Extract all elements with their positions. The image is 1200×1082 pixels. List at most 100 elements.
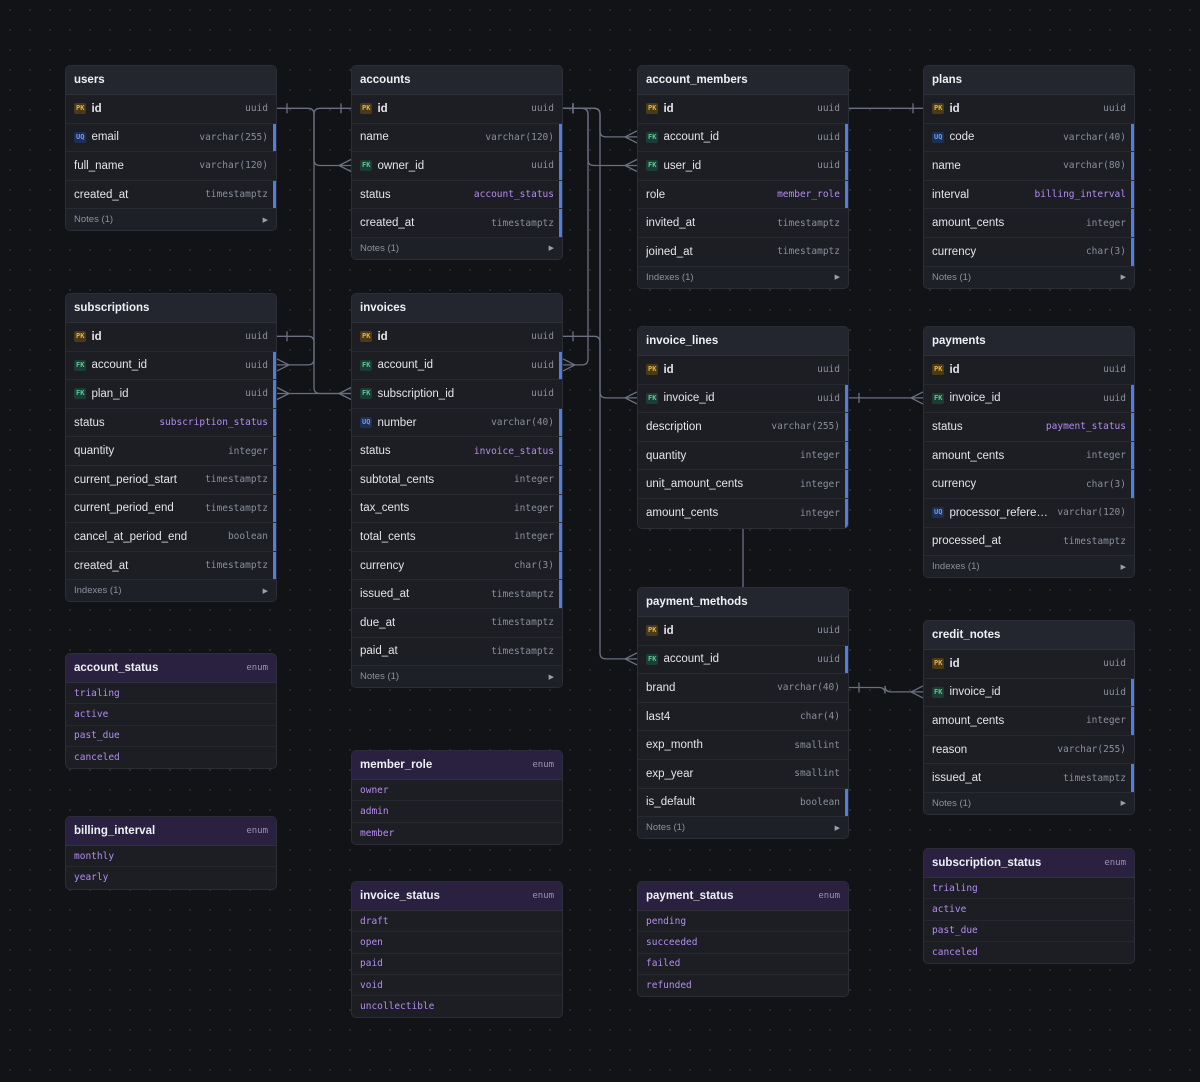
column-row[interactable]: FK account_id uuid: [352, 351, 562, 381]
column-row[interactable]: name varchar(80): [924, 152, 1134, 181]
column-row[interactable]: processed_at timestamptz: [924, 528, 1134, 557]
column-row[interactable]: current_period_start timestamptz: [66, 465, 276, 495]
column-row[interactable]: joined_at timestamptz: [638, 238, 848, 267]
column-row[interactable]: paid_at timestamptz: [352, 638, 562, 667]
column-row[interactable]: status account_status: [352, 180, 562, 210]
column-row[interactable]: currency char(3): [352, 551, 562, 581]
relationship-line[interactable]: [277, 335, 351, 395]
relationship-line[interactable]: [277, 107, 351, 167]
column-row[interactable]: UQ email varchar(255): [66, 123, 276, 153]
table-credit_notes[interactable]: credit_notes PK id uuid FK invoice_id uuid amou…: [923, 620, 1135, 815]
column-row[interactable]: subtotal_cents integer: [352, 465, 562, 495]
column-row[interactable]: created_at timestamptz: [66, 180, 276, 210]
column-row[interactable]: PK id uuid: [352, 323, 562, 352]
enum-header[interactable]: subscription_status enum: [924, 849, 1134, 878]
column-row[interactable]: description varchar(255): [638, 413, 848, 442]
column-row[interactable]: PK id uuid: [924, 356, 1134, 385]
column-row[interactable]: FK invoice_id uuid: [924, 384, 1134, 414]
column-row[interactable]: last4 char(4): [638, 703, 848, 732]
column-row[interactable]: total_cents integer: [352, 523, 562, 552]
column-row[interactable]: quantity integer: [638, 441, 848, 471]
table-header[interactable]: subscriptions: [66, 294, 276, 323]
relationship-line[interactable]: [563, 107, 637, 138]
table-invoice_lines[interactable]: invoice_lines PK id uuid FK invoice_id uuid des…: [637, 326, 849, 529]
table-payment_methods[interactable]: payment_methods PK id uuid FK account_id uuid b…: [637, 587, 849, 840]
column-row[interactable]: amount_cents integer: [924, 441, 1134, 471]
table-accounts[interactable]: accounts PK id uuid name varchar(120) FK owner_…: [351, 65, 563, 260]
column-row[interactable]: amount_cents integer: [924, 707, 1134, 736]
column-row[interactable]: exp_month smallint: [638, 731, 848, 760]
table-header[interactable]: accounts: [352, 66, 562, 95]
enum-account_status[interactable]: account_status enum trialing active past_due…: [65, 653, 277, 770]
column-row[interactable]: status invoice_status: [352, 437, 562, 466]
column-row[interactable]: FK account_id uuid: [638, 123, 848, 153]
column-row[interactable]: PK id uuid: [352, 95, 562, 124]
column-row[interactable]: PK id uuid: [924, 650, 1134, 679]
column-row[interactable]: UQ processor_referen… varchar(120): [924, 499, 1134, 528]
table-footer-toggle[interactable]: Notes (1) ▶: [638, 817, 848, 839]
column-row[interactable]: tax_cents integer: [352, 494, 562, 524]
column-row[interactable]: status subscription_status: [66, 408, 276, 438]
table-footer-toggle[interactable]: Indexes (1) ▶: [924, 556, 1134, 578]
column-row[interactable]: unit_amount_cents integer: [638, 470, 848, 499]
table-header[interactable]: credit_notes: [924, 621, 1134, 650]
table-subscriptions[interactable]: subscriptions PK id uuid FK account_id uuid FK p…: [65, 293, 277, 603]
column-row[interactable]: PK id uuid: [66, 95, 276, 124]
table-plans[interactable]: plans PK id uuid UQ code varchar(40) name varcha…: [923, 65, 1135, 289]
enum-header[interactable]: invoice_status enum: [352, 882, 562, 911]
enum-invoice_status[interactable]: invoice_status enum draft open paid void uncol…: [351, 881, 563, 1019]
table-footer-toggle[interactable]: Notes (1) ▶: [66, 209, 276, 231]
enum-billing_interval[interactable]: billing_interval enum monthly yearly: [65, 816, 277, 890]
column-row[interactable]: PK id uuid: [924, 95, 1134, 124]
column-row[interactable]: reason varchar(255): [924, 736, 1134, 765]
column-row[interactable]: FK invoice_id uuid: [924, 678, 1134, 708]
enum-header[interactable]: account_status enum: [66, 654, 276, 683]
table-footer-toggle[interactable]: Notes (1) ▶: [352, 237, 562, 259]
table-footer-toggle[interactable]: Notes (1) ▶: [352, 666, 562, 688]
column-row[interactable]: FK subscription_id uuid: [352, 380, 562, 409]
column-row[interactable]: full_name varchar(120): [66, 152, 276, 181]
column-row[interactable]: current_period_end timestamptz: [66, 494, 276, 524]
enum-header[interactable]: payment_status enum: [638, 882, 848, 911]
column-row[interactable]: amount_cents integer: [638, 498, 848, 528]
column-row[interactable]: quantity integer: [66, 437, 276, 466]
column-row[interactable]: UQ code varchar(40): [924, 123, 1134, 153]
enum-member_role[interactable]: member_role enum owner admin member: [351, 750, 563, 845]
column-row[interactable]: PK id uuid: [638, 95, 848, 124]
column-row[interactable]: role member_role: [638, 180, 848, 210]
table-header[interactable]: payment_methods: [638, 588, 848, 617]
relationship-line[interactable]: [277, 107, 351, 366]
column-row[interactable]: FK account_id uuid: [638, 645, 848, 675]
column-row[interactable]: UQ number varchar(40): [352, 408, 562, 438]
table-footer-toggle[interactable]: Indexes (1) ▶: [638, 266, 848, 288]
table-header[interactable]: invoices: [352, 294, 562, 323]
enum-header[interactable]: billing_interval enum: [66, 817, 276, 846]
table-header[interactable]: payments: [924, 327, 1134, 356]
column-row[interactable]: interval billing_interval: [924, 180, 1134, 210]
enum-payment_status[interactable]: payment_status enum pending succeeded failed…: [637, 881, 849, 998]
table-footer-toggle[interactable]: Indexes (1) ▶: [66, 580, 276, 602]
column-row[interactable]: created_at timestamptz: [352, 209, 562, 238]
column-row[interactable]: amount_cents integer: [924, 209, 1134, 238]
column-row[interactable]: exp_year smallint: [638, 760, 848, 789]
table-payments[interactable]: payments PK id uuid FK invoice_id uuid status pa…: [923, 326, 1135, 579]
column-row[interactable]: FK plan_id uuid: [66, 380, 276, 409]
column-row[interactable]: is_default boolean: [638, 788, 848, 818]
table-header[interactable]: invoice_lines: [638, 327, 848, 356]
relationship-line[interactable]: [563, 335, 637, 399]
column-row[interactable]: FK invoice_id uuid: [638, 384, 848, 414]
column-row[interactable]: created_at timestamptz: [66, 551, 276, 581]
column-row[interactable]: FK user_id uuid: [638, 152, 848, 181]
column-row[interactable]: currency char(3): [924, 470, 1134, 499]
column-row[interactable]: currency char(3): [924, 237, 1134, 267]
diagram-canvas[interactable]: users PK id uuid UQ email varchar(255) full_nam…: [0, 0, 1200, 1082]
relationship-line[interactable]: [849, 685, 923, 694]
enum-header[interactable]: member_role enum: [352, 751, 562, 780]
table-invoices[interactable]: invoices PK id uuid FK account_id uuid FK subscr…: [351, 293, 563, 689]
table-header[interactable]: users: [66, 66, 276, 95]
column-row[interactable]: PK id uuid: [638, 356, 848, 385]
table-header[interactable]: account_members: [638, 66, 848, 95]
table-account_members[interactable]: account_members PK id uuid FK account_id uuid F…: [637, 65, 849, 289]
relationship-line[interactable]: [563, 107, 637, 660]
column-row[interactable]: issued_at timestamptz: [924, 764, 1134, 793]
